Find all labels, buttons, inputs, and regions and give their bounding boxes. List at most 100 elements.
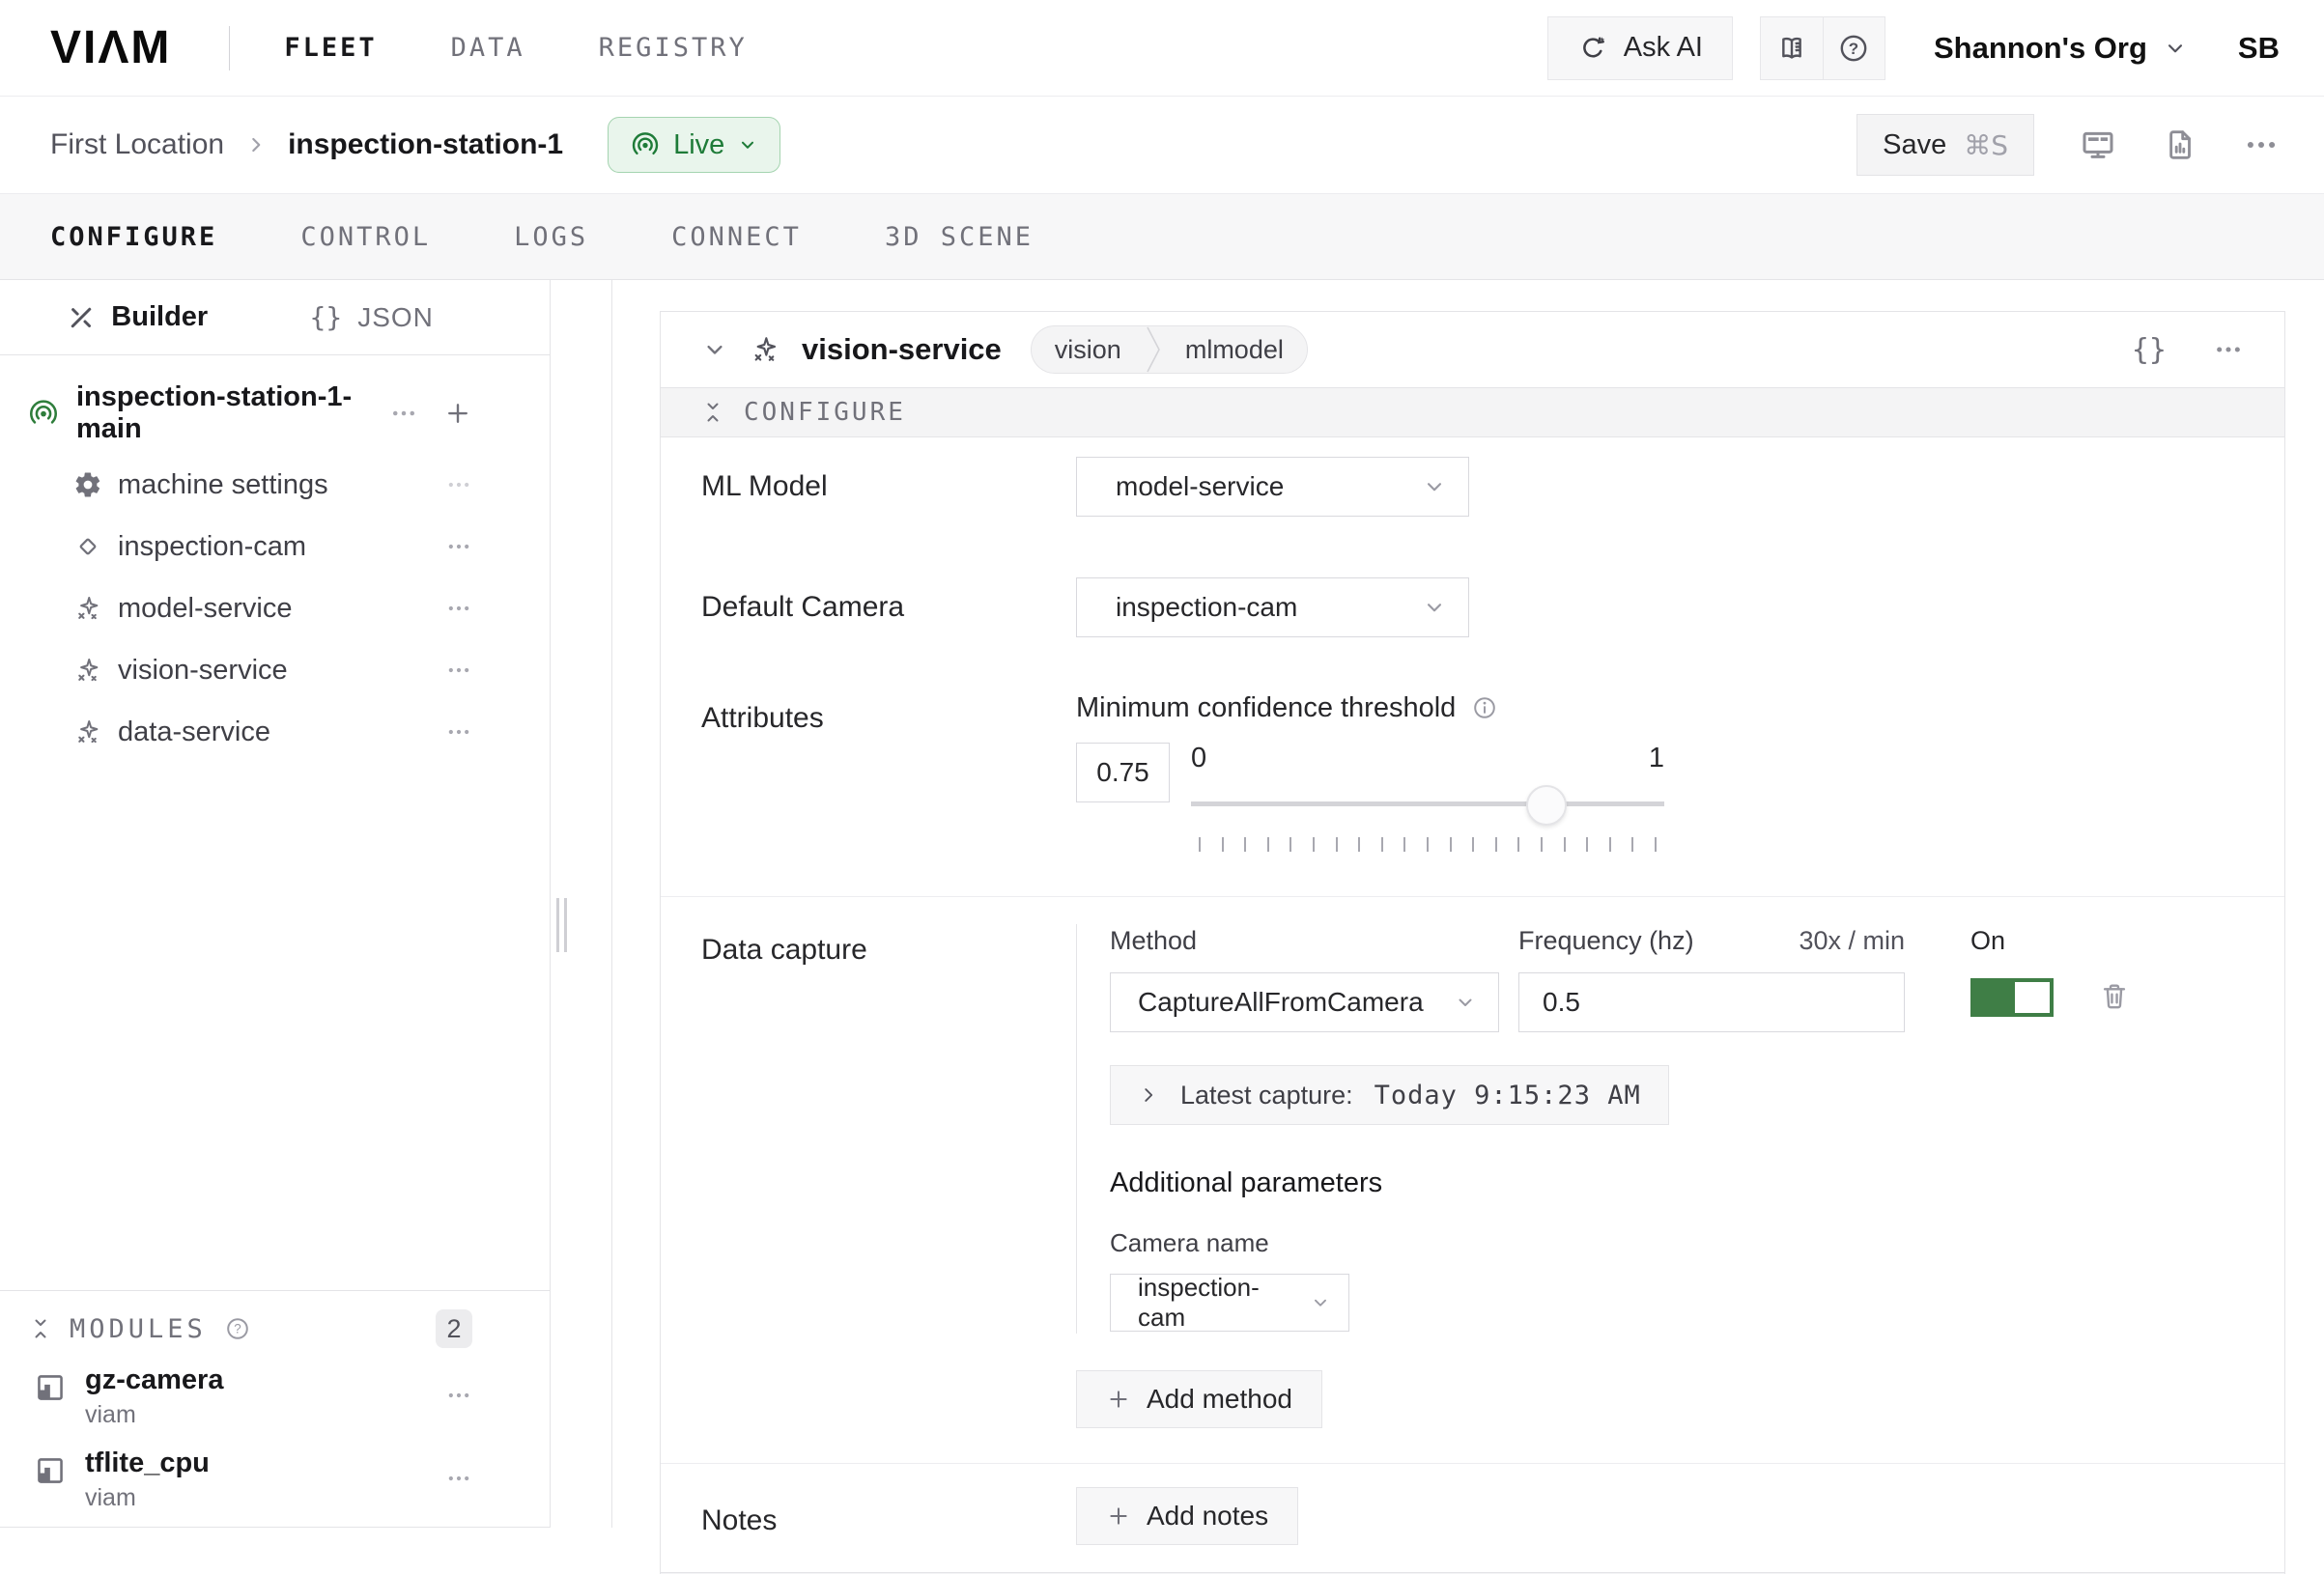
machine-part-row[interactable]: inspection-station-1-main: [0, 380, 550, 446]
chevron-down-icon: [1310, 1292, 1331, 1313]
sidebar-mode-toggle: Builder {} JSON: [0, 280, 550, 355]
breadcrumb-location[interactable]: First Location: [50, 128, 224, 161]
row-more-icon[interactable]: [445, 657, 472, 684]
default-camera-value: inspection-cam: [1116, 592, 1422, 623]
json-braces-icon: {}: [310, 301, 343, 333]
more-menu-icon[interactable]: [2243, 126, 2280, 163]
row-more-icon[interactable]: [445, 718, 472, 745]
sidebar-item-label: vision-service: [118, 655, 430, 687]
camera-name-select[interactable]: inspection-cam: [1110, 1274, 1349, 1332]
notes-section: Notes Add notes: [661, 1463, 2284, 1572]
module-row-gz-camera[interactable]: gz-camera viam: [0, 1355, 550, 1438]
docs-book-icon[interactable]: [1761, 17, 1823, 79]
capture-toggle[interactable]: [1970, 978, 2054, 1017]
org-switcher[interactable]: Shannon's Org: [1934, 31, 2188, 66]
info-icon[interactable]: [1471, 694, 1498, 721]
save-shortcut: ⌘S: [1964, 129, 2008, 161]
report-document-icon[interactable]: [2162, 126, 2198, 163]
builder-tools-icon: [67, 303, 96, 332]
threshold-slider: 0 1: [1191, 743, 1664, 852]
chevron-down-icon: [1422, 595, 1447, 620]
trash-icon[interactable]: [2098, 980, 2131, 1013]
add-notes-label: Add notes: [1147, 1501, 1268, 1532]
tab-connect[interactable]: CONNECT: [671, 222, 802, 252]
default-camera-select[interactable]: inspection-cam: [1076, 577, 1469, 637]
sidebar-item-vision-service[interactable]: vision-service: [0, 639, 550, 701]
row-more-icon[interactable]: [445, 471, 472, 498]
slider-handle[interactable]: [1526, 785, 1567, 826]
sidebar-item-inspection-cam[interactable]: inspection-cam: [0, 516, 550, 577]
mode-builder[interactable]: Builder: [0, 280, 275, 354]
add-method-label: Add method: [1147, 1384, 1292, 1415]
tag-vision: vision: [1032, 326, 1145, 373]
tab-logs[interactable]: LOGS: [514, 222, 588, 252]
slider-ticks: [1191, 828, 1664, 852]
collapse-icon[interactable]: [701, 401, 724, 424]
sidebar-item-model-service[interactable]: model-service: [0, 577, 550, 639]
nav-link-registry[interactable]: REGISTRY: [599, 33, 748, 63]
module-icon: [33, 1370, 68, 1405]
slider-track[interactable]: [1191, 801, 1664, 806]
threshold-input[interactable]: 0.75: [1076, 743, 1170, 802]
module-more-icon[interactable]: [445, 1382, 472, 1409]
sidebar: Builder {} JSON inspection: [0, 280, 551, 1528]
mode-builder-label: Builder: [111, 301, 208, 333]
left-rail: Builder {} JSON inspection: [0, 280, 612, 1528]
nav-link-data[interactable]: DATA: [451, 33, 525, 63]
tab-3d-scene[interactable]: 3D SCENE: [885, 222, 1034, 252]
chevron-right-icon: [1138, 1084, 1159, 1106]
nav-link-fleet[interactable]: FLEET: [284, 33, 377, 63]
raw-json-braces-icon[interactable]: {}: [2132, 333, 2167, 367]
machine-header-row: First Location inspection-station-1 Live…: [0, 97, 2324, 194]
part-more-icon[interactable]: [389, 399, 418, 428]
tag-divider: [1145, 325, 1162, 374]
modules-title: MODULES: [70, 1314, 207, 1344]
ml-model-value: model-service: [1116, 471, 1422, 502]
method-select[interactable]: CaptureAllFromCamera: [1110, 972, 1499, 1032]
module-row-tflite-cpu[interactable]: tflite_cpu viam: [0, 1438, 550, 1521]
module-org: viam: [85, 1484, 428, 1512]
viam-logo[interactable]: VIΛM: [50, 21, 171, 74]
plus-icon: [1106, 1387, 1131, 1412]
row-more-icon[interactable]: [445, 595, 472, 622]
docs-help-group: ?: [1760, 16, 1885, 80]
modules-help-icon[interactable]: ?: [224, 1315, 251, 1342]
svg-text:?: ?: [234, 1322, 241, 1336]
configure-band: CONFIGURE: [661, 387, 2284, 437]
collapse-icon[interactable]: [29, 1317, 52, 1340]
vision-service-card: vision-service vision mlmodel {}: [660, 311, 2285, 1574]
frequency-input[interactable]: 0.5: [1518, 972, 1905, 1032]
card-title: vision-service: [802, 332, 1002, 367]
save-button[interactable]: Save ⌘S: [1856, 114, 2034, 176]
add-notes-button[interactable]: Add notes: [1076, 1487, 1298, 1545]
part-add-icon[interactable]: [443, 399, 472, 428]
sidebar-item-label: machine settings: [118, 469, 430, 501]
sidebar-item-data-service[interactable]: data-service: [0, 701, 550, 763]
card-collapse-chevron-icon[interactable]: [701, 336, 728, 363]
card-more-icon[interactable]: [2213, 334, 2244, 365]
row-more-icon[interactable]: [445, 533, 472, 560]
tab-configure[interactable]: CONFIGURE: [50, 222, 217, 252]
latest-capture-label: Latest capture:: [1180, 1081, 1353, 1110]
ml-model-select[interactable]: model-service: [1076, 457, 1469, 517]
mode-json[interactable]: {} JSON: [275, 280, 551, 354]
threshold-label: Minimum confidence threshold: [1076, 692, 1456, 724]
modules-count-badge: 2: [436, 1309, 472, 1348]
ask-ai-button[interactable]: Ask AI: [1547, 16, 1733, 80]
tab-control[interactable]: CONTROL: [300, 222, 431, 252]
latest-capture-expander[interactable]: Latest capture: Today 9:15:23 AM: [1110, 1065, 1669, 1125]
module-more-icon[interactable]: [445, 1465, 472, 1492]
machine-status-badge[interactable]: Live: [608, 117, 780, 173]
service-type-tags: vision mlmodel: [1031, 325, 1308, 374]
modules-panel: MODULES ? 2: [0, 1290, 550, 1528]
frequency-rate: 30x / min: [1799, 926, 1905, 956]
sidebar-item-machine-settings[interactable]: machine settings: [0, 454, 550, 516]
sidebar-item-label: data-service: [118, 717, 430, 748]
ml-model-row: ML Model model-service: [701, 457, 2244, 517]
screen-share-icon[interactable]: [2079, 126, 2117, 164]
avatar[interactable]: SB: [2238, 31, 2280, 66]
help-icon[interactable]: ?: [1823, 17, 1885, 79]
add-method-button[interactable]: Add method: [1076, 1370, 1322, 1428]
org-name: Shannon's Org: [1934, 31, 2147, 66]
resize-handle[interactable]: [556, 898, 567, 952]
